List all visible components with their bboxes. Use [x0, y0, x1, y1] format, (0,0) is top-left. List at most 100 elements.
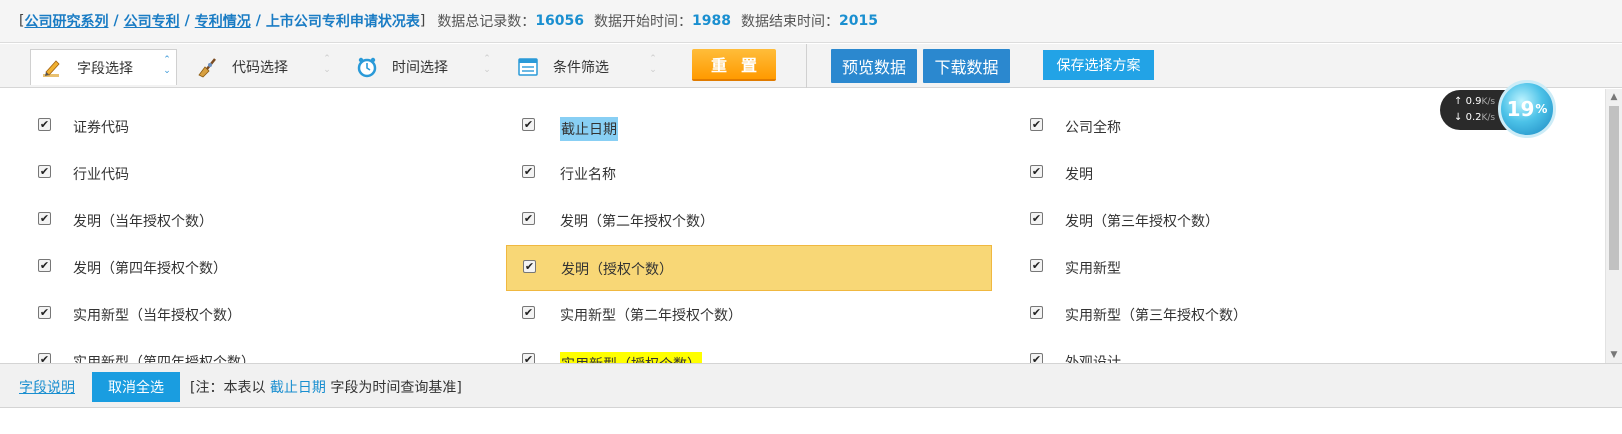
tab-condition-filter[interactable]: 条件筛选 ⌃ ⌄: [517, 49, 662, 85]
field-checkbox[interactable]: ✔: [38, 306, 51, 319]
field-option[interactable]: ✔ 发明: [992, 151, 1472, 197]
field-option[interactable]: ✔ 实用新型（第三年授权个数）: [992, 292, 1472, 338]
bracket-close: ]: [419, 13, 426, 29]
save-selection-button[interactable]: 保存选择方案: [1043, 50, 1154, 80]
field-checkbox[interactable]: ✔: [522, 353, 535, 363]
field-option[interactable]: ✔ 发明（当年授权个数）: [0, 198, 494, 244]
breadcrumb-patent-status[interactable]: 专利情况: [195, 11, 251, 31]
memory-usage-ball[interactable]: 19%: [1498, 80, 1556, 138]
field-label: 截止日期: [560, 117, 618, 141]
field-label: 发明（第二年授权个数）: [560, 214, 714, 230]
field-checkbox[interactable]: ✔: [1030, 259, 1043, 272]
field-checkbox[interactable]: ✔: [522, 118, 535, 131]
field-checkbox[interactable]: ✔: [1030, 353, 1043, 363]
field-option[interactable]: ✔ 截止日期: [506, 104, 992, 150]
download-speed-unit: K/s: [1481, 113, 1496, 123]
tab-condition-filter-label: 条件筛选: [553, 60, 609, 76]
field-checkbox[interactable]: ✔: [38, 118, 51, 131]
list-filter-icon: [517, 56, 539, 78]
note-field-name: 截止日期: [269, 380, 326, 396]
deselect-all-button[interactable]: 取消全选: [92, 372, 180, 402]
field-checkbox[interactable]: ✔: [38, 212, 51, 225]
scroll-up-arrow-icon[interactable]: ▲: [1606, 89, 1622, 105]
scroll-down-arrow-icon[interactable]: ▼: [1606, 347, 1622, 363]
pencil-ruler-icon: [41, 57, 63, 79]
vertical-scrollbar[interactable]: ▲ ▼: [1605, 89, 1622, 363]
note-suffix: 字段为时间查询基准]: [330, 380, 462, 396]
field-checkbox[interactable]: ✔: [522, 165, 535, 178]
field-option[interactable]: ✔ 公司全称: [992, 104, 1472, 150]
field-option[interactable]: ✔ 实用新型（授权个数）: [506, 339, 992, 363]
time-basis-note: [注：本表以 截止日期 字段为时间查询基准]: [190, 377, 462, 397]
breadcrumb-current-table: 上市公司专利申请状况表: [265, 14, 420, 30]
breadcrumb-separator: /: [184, 13, 190, 29]
breadcrumb-separator: /: [255, 13, 261, 29]
field-checkbox[interactable]: ✔: [1030, 118, 1043, 131]
breadcrumb-bar: [ 公司研究系列 / 公司专利 / 专利情况 / 上市公司专利申请状况表 ] 数…: [0, 0, 1622, 43]
upload-speed-unit: K/s: [1481, 97, 1496, 107]
alarm-clock-icon: [356, 56, 378, 78]
field-label: 公司全称: [1065, 120, 1121, 136]
toolbar-divider: [806, 44, 807, 88]
field-option[interactable]: ✔ 实用新型（当年授权个数）: [0, 292, 494, 338]
total-records-value: 16056: [535, 13, 585, 29]
field-checkbox[interactable]: ✔: [1030, 212, 1043, 225]
field-checkbox[interactable]: ✔: [523, 260, 536, 273]
field-description-link[interactable]: 字段说明: [19, 377, 75, 397]
field-checkbox[interactable]: ✔: [1030, 306, 1043, 319]
start-time-label: 数据开始时间：: [594, 14, 693, 30]
field-label: 发明（当年授权个数）: [73, 214, 213, 230]
download-arrow-icon: ↓: [1454, 112, 1463, 123]
field-option[interactable]: ✔ 发明（第三年授权个数）: [992, 198, 1472, 244]
field-option[interactable]: ✔ 外观设计: [992, 339, 1472, 363]
field-label: 实用新型（第四年授权个数）: [73, 355, 255, 363]
field-option[interactable]: ✔ 实用新型（第四年授权个数）: [0, 339, 494, 363]
field-label: 发明: [1065, 167, 1093, 183]
chevron-down-icon: ⌃ ⌄: [163, 55, 171, 76]
field-label: 行业名称: [560, 167, 616, 183]
start-time-value: 1988: [692, 13, 731, 29]
field-option[interactable]: ✔ 实用新型: [992, 245, 1472, 291]
percent-sign: %: [1535, 102, 1548, 116]
breadcrumb-company-research[interactable]: 公司研究系列: [24, 11, 108, 31]
field-option[interactable]: ✔ 实用新型（第二年授权个数）: [506, 292, 992, 338]
end-time-value: 2015: [839, 13, 878, 29]
breadcrumb-separator: /: [113, 13, 119, 29]
field-option[interactable]: ✔ 行业名称: [506, 151, 992, 197]
field-checkbox-grid: ✔ 证券代码 ✔ 截止日期 ✔ 公司全称 ✔ 行业代码 ✔ 行业名称 ✔ 发明 ✔ 发明（当年授权个数） ✔…: [0, 89, 1605, 363]
tab-code-select[interactable]: 代码选择 ⌃ ⌄: [196, 49, 336, 85]
breadcrumb-company-patent[interactable]: 公司专利: [124, 11, 180, 31]
field-option[interactable]: ✔ 行业代码: [0, 151, 494, 197]
chevron-updown-icon: ⌃ ⌄: [649, 54, 657, 75]
end-time-label: 数据结束时间：: [741, 14, 839, 30]
download-data-button[interactable]: 下载数据: [923, 49, 1010, 83]
tab-time-select-label: 时间选择: [392, 60, 448, 76]
field-label: 发明（授权个数）: [561, 262, 673, 278]
field-checkbox[interactable]: ✔: [38, 259, 51, 272]
field-option[interactable]: ✔ 发明（第二年授权个数）: [506, 198, 992, 244]
preview-data-button[interactable]: 预览数据: [831, 49, 917, 83]
field-option[interactable]: ✔ 发明（授权个数）: [506, 245, 992, 291]
broom-icon: [196, 56, 218, 78]
tab-time-select[interactable]: 时间选择 ⌃ ⌄: [356, 49, 496, 85]
scrollbar-thumb[interactable]: [1609, 106, 1619, 270]
field-checkbox[interactable]: ✔: [522, 306, 535, 319]
field-label: 行业代码: [73, 167, 129, 183]
footer-bar: 字段说明 取消全选 [注：本表以 截止日期 字段为时间查询基准]: [0, 363, 1622, 408]
field-label: 外观设计: [1065, 355, 1121, 363]
field-checkbox[interactable]: ✔: [1030, 165, 1043, 178]
field-label: 发明（第三年授权个数）: [1065, 214, 1219, 230]
field-option[interactable]: ✔ 证券代码: [0, 104, 494, 150]
field-checkbox[interactable]: ✔: [522, 212, 535, 225]
chevron-updown-icon: ⌃ ⌄: [323, 54, 331, 75]
field-checkbox[interactable]: ✔: [38, 353, 51, 363]
chevron-updown-icon: ⌃ ⌄: [483, 54, 491, 75]
field-checkbox[interactable]: ✔: [38, 165, 51, 178]
upload-speed-value: 0.9: [1465, 96, 1482, 107]
field-option[interactable]: ✔ 发明（第四年授权个数）: [0, 245, 494, 291]
reset-button[interactable]: 重置: [692, 49, 776, 81]
tab-field-select[interactable]: 字段选择 ⌃ ⌄: [30, 49, 177, 85]
field-label: 实用新型（授权个数）: [560, 352, 702, 363]
field-label: 证券代码: [73, 120, 129, 136]
network-speed-widget[interactable]: ↑ 0.9K/s ↓ 0.2K/s 19%: [1440, 66, 1570, 146]
